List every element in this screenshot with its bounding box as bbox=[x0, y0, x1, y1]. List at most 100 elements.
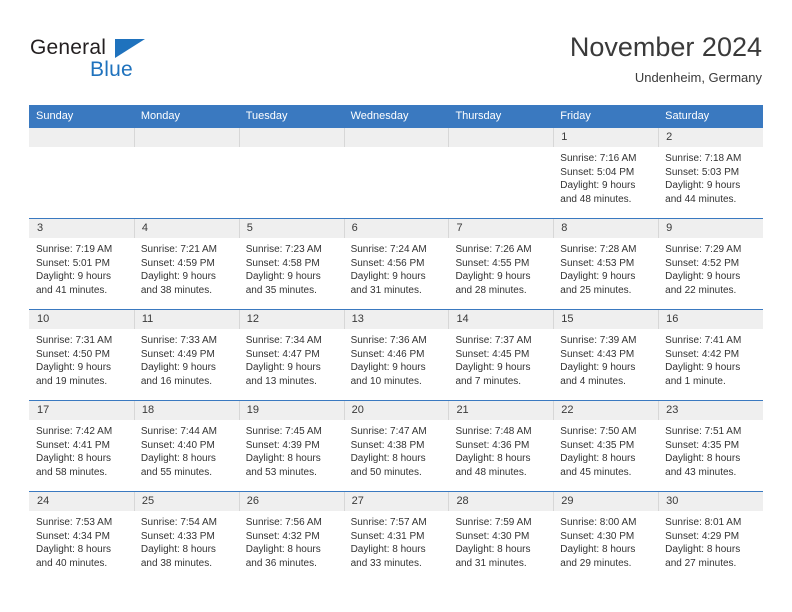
day-cell[interactable]: 13 Sunrise: 7:36 AM Sunset: 4:46 PM Dayl… bbox=[343, 310, 449, 400]
day-details: Sunrise: 7:53 AM Sunset: 4:34 PM Dayligh… bbox=[29, 511, 134, 582]
day-cell[interactable]: 6 Sunrise: 7:24 AM Sunset: 4:56 PM Dayli… bbox=[343, 219, 449, 309]
day-details: Sunrise: 7:23 AM Sunset: 4:58 PM Dayligh… bbox=[239, 238, 344, 309]
day-cell[interactable]: 15 Sunrise: 7:39 AM Sunset: 4:43 PM Dayl… bbox=[553, 310, 659, 400]
day-cell[interactable]: 2 Sunrise: 7:18 AM Sunset: 5:03 PM Dayli… bbox=[658, 128, 764, 218]
week-row: 17 Sunrise: 7:42 AM Sunset: 4:41 PM Dayl… bbox=[29, 400, 764, 491]
sunset-text: Sunset: 4:34 PM bbox=[36, 530, 110, 542]
day-cell[interactable]: 22 Sunrise: 7:50 AM Sunset: 4:35 PM Dayl… bbox=[553, 401, 659, 491]
sunrise-text: Sunrise: 7:36 AM bbox=[350, 335, 427, 346]
sunrise-text: Sunrise: 7:33 AM bbox=[140, 335, 218, 346]
generalblue-logo[interactable]: General Blue bbox=[30, 36, 210, 88]
day-cell[interactable] bbox=[343, 128, 449, 218]
sunrise-text: Sunrise: 7:18 AM bbox=[665, 153, 742, 164]
day-details: Sunrise: 8:01 AM Sunset: 4:29 PM Dayligh… bbox=[658, 511, 763, 582]
daylight-text-line1: Daylight: 8 hours bbox=[140, 453, 216, 465]
weekday-header-saturday: Saturday bbox=[665, 110, 710, 122]
day-details: Sunrise: 7:44 AM Sunset: 4:40 PM Dayligh… bbox=[134, 420, 239, 491]
day-cell[interactable] bbox=[448, 128, 554, 218]
day-details: Sunrise: 7:54 AM Sunset: 4:33 PM Dayligh… bbox=[134, 511, 239, 582]
weekday-header-friday: Friday bbox=[560, 110, 591, 122]
sunset-text: Sunset: 5:03 PM bbox=[665, 166, 740, 178]
daylight-text-line1: Daylight: 9 hours bbox=[350, 362, 426, 374]
day-details: Sunrise: 7:59 AM Sunset: 4:30 PM Dayligh… bbox=[448, 511, 553, 582]
day-cell[interactable]: 1 Sunrise: 7:16 AM Sunset: 5:04 PM Dayli… bbox=[553, 128, 659, 218]
day-cell[interactable]: 11 Sunrise: 7:33 AM Sunset: 4:49 PM Dayl… bbox=[133, 310, 239, 400]
day-cell[interactable]: 12 Sunrise: 7:34 AM Sunset: 4:47 PM Dayl… bbox=[238, 310, 344, 400]
daylight-text-line2: and 38 minutes. bbox=[140, 557, 213, 569]
daylight-text-line1: Daylight: 8 hours bbox=[560, 453, 636, 465]
weekday-header-sunday: Sunday bbox=[36, 110, 74, 122]
day-cell[interactable]: 14 Sunrise: 7:37 AM Sunset: 4:45 PM Dayl… bbox=[448, 310, 554, 400]
title-block: November 2024 Undenheim, Germany bbox=[570, 30, 762, 88]
daylight-text-line1: Daylight: 8 hours bbox=[350, 453, 426, 465]
day-number: 27 bbox=[343, 492, 449, 511]
day-cell[interactable]: 19 Sunrise: 7:45 AM Sunset: 4:39 PM Dayl… bbox=[238, 401, 344, 491]
daylight-text-line2: and 41 minutes. bbox=[36, 284, 108, 296]
day-details: Sunrise: 7:56 AM Sunset: 4:32 PM Dayligh… bbox=[239, 511, 344, 582]
sunset-text: Sunset: 4:38 PM bbox=[350, 439, 425, 451]
day-cell[interactable] bbox=[29, 128, 134, 218]
day-details: Sunrise: 7:24 AM Sunset: 4:56 PM Dayligh… bbox=[344, 238, 449, 309]
sunrise-text: Sunrise: 7:23 AM bbox=[245, 244, 322, 255]
daylight-text-line2: and 16 minutes. bbox=[140, 375, 213, 387]
daylight-text-line1: Daylight: 9 hours bbox=[560, 271, 636, 283]
sunset-text: Sunset: 4:47 PM bbox=[245, 348, 320, 360]
daylight-text-line2: and 38 minutes. bbox=[140, 284, 213, 296]
daylight-text-line1: Daylight: 8 hours bbox=[665, 453, 741, 465]
day-cell[interactable]: 26 Sunrise: 7:56 AM Sunset: 4:32 PM Dayl… bbox=[238, 492, 344, 582]
day-number: 17 bbox=[29, 401, 134, 420]
day-cell[interactable]: 10 Sunrise: 7:31 AM Sunset: 4:50 PM Dayl… bbox=[29, 310, 134, 400]
sunset-text: Sunset: 4:58 PM bbox=[245, 257, 320, 269]
day-details: Sunrise: 7:45 AM Sunset: 4:39 PM Dayligh… bbox=[239, 420, 344, 491]
day-cell[interactable]: 24 Sunrise: 7:53 AM Sunset: 4:34 PM Dayl… bbox=[29, 492, 134, 582]
day-cell[interactable]: 7 Sunrise: 7:26 AM Sunset: 4:55 PM Dayli… bbox=[448, 219, 554, 309]
daylight-text-line1: Daylight: 8 hours bbox=[665, 544, 741, 556]
day-details: Sunrise: 7:28 AM Sunset: 4:53 PM Dayligh… bbox=[553, 238, 658, 309]
day-number: 25 bbox=[133, 492, 239, 511]
day-cell[interactable] bbox=[238, 128, 344, 218]
daylight-text-line2: and 13 minutes. bbox=[245, 375, 317, 387]
day-number: 6 bbox=[343, 219, 449, 238]
day-number bbox=[29, 128, 134, 147]
day-cell[interactable]: 3 Sunrise: 7:19 AM Sunset: 5:01 PM Dayli… bbox=[29, 219, 134, 309]
daylight-text-line2: and 43 minutes. bbox=[665, 466, 737, 478]
daylight-text-line1: Daylight: 8 hours bbox=[560, 544, 636, 556]
daylight-text-line1: Daylight: 9 hours bbox=[350, 271, 426, 283]
day-cell[interactable]: 21 Sunrise: 7:48 AM Sunset: 4:36 PM Dayl… bbox=[448, 401, 554, 491]
day-cell[interactable]: 25 Sunrise: 7:54 AM Sunset: 4:33 PM Dayl… bbox=[133, 492, 239, 582]
day-details: Sunrise: 8:00 AM Sunset: 4:30 PM Dayligh… bbox=[553, 511, 658, 582]
week-row: 24 Sunrise: 7:53 AM Sunset: 4:34 PM Dayl… bbox=[29, 491, 764, 582]
sunrise-text: Sunrise: 7:39 AM bbox=[560, 335, 637, 346]
day-cell[interactable]: 16 Sunrise: 7:41 AM Sunset: 4:42 PM Dayl… bbox=[658, 310, 764, 400]
day-cell[interactable]: 9 Sunrise: 7:29 AM Sunset: 4:52 PM Dayli… bbox=[658, 219, 764, 309]
day-cell[interactable]: 28 Sunrise: 7:59 AM Sunset: 4:30 PM Dayl… bbox=[448, 492, 554, 582]
sunrise-text: Sunrise: 7:48 AM bbox=[455, 426, 532, 437]
day-details: Sunrise: 7:47 AM Sunset: 4:38 PM Dayligh… bbox=[344, 420, 449, 491]
sunrise-text: Sunrise: 7:57 AM bbox=[350, 517, 427, 528]
day-cell[interactable]: 29 Sunrise: 8:00 AM Sunset: 4:30 PM Dayl… bbox=[553, 492, 659, 582]
day-cell[interactable]: 8 Sunrise: 7:28 AM Sunset: 4:53 PM Dayli… bbox=[553, 219, 659, 309]
daylight-text-line2: and 50 minutes. bbox=[350, 466, 422, 478]
daylight-text-line2: and 19 minutes. bbox=[36, 375, 108, 387]
day-details: Sunrise: 7:57 AM Sunset: 4:31 PM Dayligh… bbox=[344, 511, 449, 582]
day-cell[interactable]: 17 Sunrise: 7:42 AM Sunset: 4:41 PM Dayl… bbox=[29, 401, 134, 491]
day-cell[interactable]: 27 Sunrise: 7:57 AM Sunset: 4:31 PM Dayl… bbox=[343, 492, 449, 582]
day-details: Sunrise: 7:48 AM Sunset: 4:36 PM Dayligh… bbox=[448, 420, 553, 491]
day-cell[interactable]: 5 Sunrise: 7:23 AM Sunset: 4:58 PM Dayli… bbox=[238, 219, 344, 309]
day-details: Sunrise: 7:18 AM Sunset: 5:03 PM Dayligh… bbox=[658, 147, 763, 218]
week-row: 1 Sunrise: 7:16 AM Sunset: 5:04 PM Dayli… bbox=[29, 127, 764, 218]
daylight-text-line1: Daylight: 9 hours bbox=[140, 362, 216, 374]
day-cell[interactable]: 20 Sunrise: 7:47 AM Sunset: 4:38 PM Dayl… bbox=[343, 401, 449, 491]
day-cell[interactable]: 18 Sunrise: 7:44 AM Sunset: 4:40 PM Dayl… bbox=[133, 401, 239, 491]
day-cell[interactable]: 4 Sunrise: 7:21 AM Sunset: 4:59 PM Dayli… bbox=[133, 219, 239, 309]
sunrise-text: Sunrise: 8:01 AM bbox=[665, 517, 742, 528]
day-details bbox=[133, 147, 239, 218]
daylight-text-line2: and 33 minutes. bbox=[350, 557, 422, 569]
daylight-text-line1: Daylight: 9 hours bbox=[245, 271, 321, 283]
day-cell[interactable]: 23 Sunrise: 7:51 AM Sunset: 4:35 PM Dayl… bbox=[658, 401, 764, 491]
daylight-text-line1: Daylight: 8 hours bbox=[455, 544, 531, 556]
day-cell[interactable]: 30 Sunrise: 8:01 AM Sunset: 4:29 PM Dayl… bbox=[658, 492, 764, 582]
day-cell[interactable] bbox=[133, 128, 239, 218]
weekday-header-wednesday: Wednesday bbox=[350, 110, 409, 122]
daylight-text-line2: and 7 minutes. bbox=[455, 375, 522, 387]
